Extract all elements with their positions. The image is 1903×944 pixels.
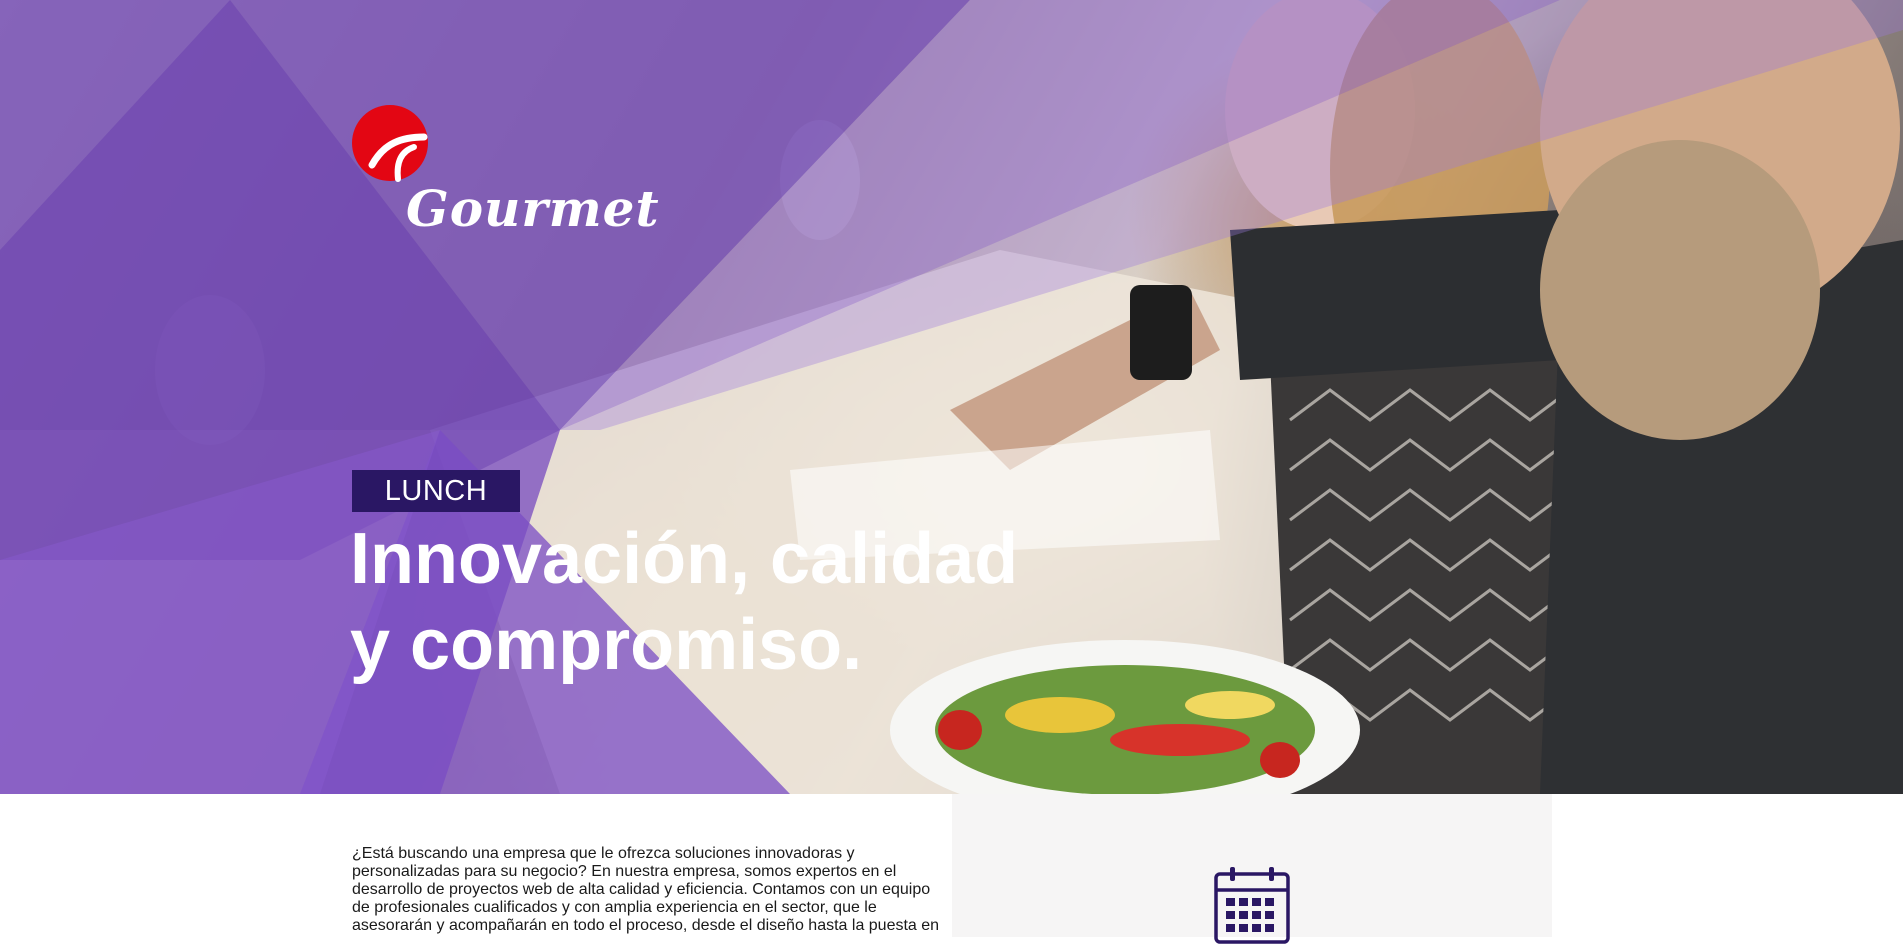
- intro-paragraph: ¿Está buscando una empresa que le ofrezc…: [352, 845, 940, 934]
- category-badge: LUNCH: [352, 470, 520, 512]
- hero-headline: Innovación, calidad y compromiso.: [350, 516, 1018, 688]
- headline-line-1: Innovación, calidad: [350, 519, 1019, 599]
- gourmet-logo[interactable]: Gourmet: [350, 103, 710, 238]
- feature-panel: [952, 794, 1552, 944]
- calendar-icon: [1214, 867, 1290, 944]
- headline-line-2: y compromiso.: [350, 605, 863, 685]
- logo-wordmark: Gourmet: [406, 179, 660, 238]
- hero-banner: Gourmet LUNCH Innovación, calidad y comp…: [0, 0, 1903, 794]
- gourmet-logo-icon: [352, 105, 428, 182]
